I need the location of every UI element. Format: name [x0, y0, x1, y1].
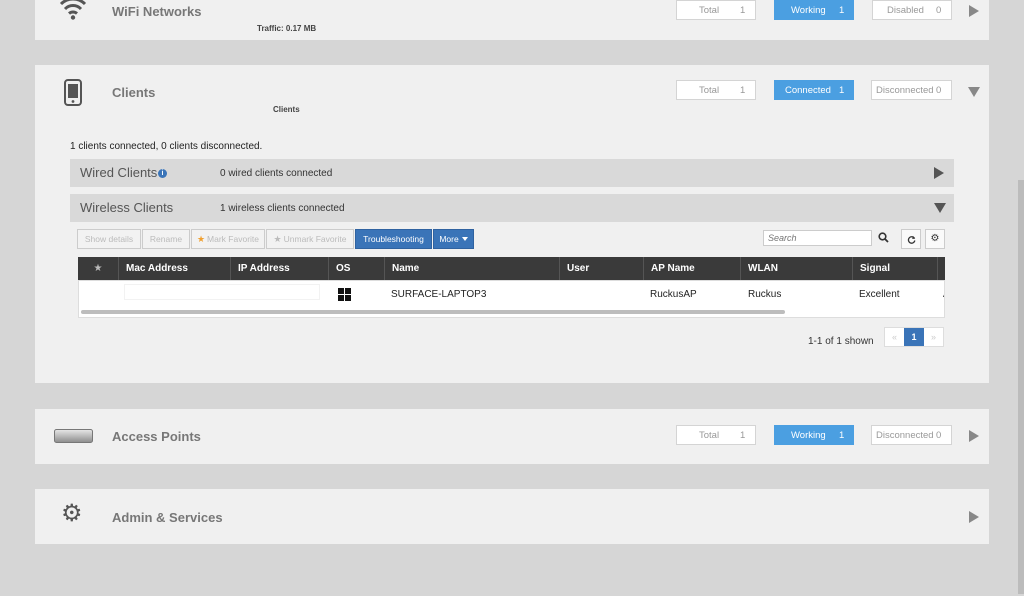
table-row[interactable]: SURFACE-LAPTOP3 RuckusAP Ruckus Excellen…: [79, 281, 944, 307]
wireless-collapse-caret-icon[interactable]: [934, 203, 946, 213]
counter-label: Total: [699, 84, 720, 96]
access-point-icon: [54, 429, 93, 443]
wifi-disabled-counter[interactable]: Disabled 0: [872, 0, 952, 20]
wifi-expand-caret-icon[interactable]: [969, 5, 979, 17]
counter-label: Disconnected: [876, 429, 934, 441]
name-cell: SURFACE-LAPTOP3: [391, 289, 487, 300]
phone-icon: [64, 79, 82, 106]
star-icon: ★: [273, 233, 282, 244]
col-signal[interactable]: Signal: [852, 257, 937, 280]
wifi-icon: [59, 0, 87, 20]
gear-icon: ⚙: [61, 500, 83, 527]
counter-label: Working: [791, 429, 826, 441]
counter-value: 0: [936, 4, 942, 16]
wireless-clients-title: Wireless Clients: [80, 200, 174, 215]
unmark-favorite-label: Unmark Favorite: [283, 234, 347, 244]
mark-favorite-label: Mark Favorite: [207, 234, 260, 244]
more-dropdown-button[interactable]: More: [433, 229, 474, 249]
clients-connected-counter[interactable]: Connected 1: [774, 80, 854, 100]
info-icon[interactable]: i: [158, 169, 167, 178]
clients-summary: 1 clients connected, 0 clients disconnec…: [70, 141, 263, 152]
signal-cell: Excellent: [859, 289, 900, 300]
counter-value: 0: [936, 429, 942, 441]
page-scrollbar[interactable]: [1018, 180, 1024, 594]
counter-value: 1: [839, 84, 845, 96]
counter-value: 0: [936, 84, 942, 96]
counter-value: 1: [740, 429, 746, 441]
mac-address-cell: [124, 284, 320, 300]
wifi-traffic-label: Traffic: 0.17 MB: [257, 24, 317, 33]
col-name[interactable]: Name: [384, 257, 559, 280]
counter-label: Total: [699, 4, 720, 16]
mark-favorite-button[interactable]: ★ Mark Favorite: [191, 229, 265, 249]
clients-title[interactable]: Clients: [112, 85, 155, 100]
more-label: More: [439, 234, 459, 244]
next-page-button[interactable]: »: [924, 328, 943, 346]
ap-disconnected-counter[interactable]: Disconnected 0: [871, 425, 952, 445]
page-1-button[interactable]: 1: [904, 328, 924, 346]
counter-label: Disabled: [887, 4, 924, 16]
counter-value: 1: [740, 84, 746, 96]
wired-expand-caret-icon[interactable]: [934, 167, 944, 179]
clients-table-header: ★ Mac Address IP Address OS Name User AP…: [78, 257, 945, 280]
extra-cell: A: [943, 289, 944, 300]
col-ip-address[interactable]: IP Address: [230, 257, 328, 280]
clients-total-counter[interactable]: Total 1: [676, 80, 756, 100]
show-details-button[interactable]: Show details: [77, 229, 141, 249]
col-os[interactable]: OS: [328, 257, 384, 280]
counter-label: Working: [791, 4, 826, 16]
ap-total-counter[interactable]: Total 1: [676, 425, 756, 445]
counter-value: 1: [839, 429, 845, 441]
col-extra[interactable]: S: [937, 257, 945, 280]
wireless-clients-status: 1 wireless clients connected: [220, 203, 345, 214]
col-ap-name[interactable]: AP Name: [643, 257, 740, 280]
clients-disconnected-counter[interactable]: Disconnected 0: [871, 80, 952, 100]
col-favorite[interactable]: ★: [78, 257, 118, 280]
gear-icon: ⚙: [930, 233, 940, 244]
col-wlan[interactable]: WLAN: [740, 257, 852, 280]
pagination-summary: 1-1 of 1 shown: [808, 336, 874, 347]
counter-label: Disconnected: [876, 84, 934, 96]
refresh-button[interactable]: [901, 229, 921, 249]
wifi-working-counter[interactable]: Working 1: [774, 0, 854, 20]
clients-collapse-caret-icon[interactable]: [968, 87, 980, 97]
wifi-networks-title[interactable]: WiFi Networks: [112, 4, 201, 19]
col-mac-address[interactable]: Mac Address: [118, 257, 230, 280]
ap-name-cell: RuckusAP: [650, 289, 697, 300]
ap-working-counter[interactable]: Working 1: [774, 425, 854, 445]
wlan-cell: Ruckus: [748, 289, 782, 300]
windows-icon: [338, 288, 351, 301]
clients-subtitle: Clients: [273, 105, 300, 114]
settings-button[interactable]: ⚙: [925, 229, 945, 249]
pagination: « 1 »: [884, 327, 944, 347]
ap-expand-caret-icon[interactable]: [969, 430, 979, 442]
wired-clients-title: Wired Clients: [80, 165, 158, 180]
search-icon[interactable]: [878, 232, 889, 243]
wired-clients-status: 0 wired clients connected: [220, 168, 333, 179]
rename-button[interactable]: Rename: [142, 229, 190, 249]
counter-value: 1: [839, 4, 845, 16]
search-input[interactable]: [763, 230, 872, 246]
refresh-icon: [907, 236, 916, 244]
admin-expand-caret-icon[interactable]: [969, 511, 979, 523]
horizontal-scrollbar[interactable]: [81, 310, 785, 314]
prev-page-button[interactable]: «: [885, 328, 904, 346]
caret-down-icon: [461, 237, 468, 241]
wifi-total-counter[interactable]: Total 1: [676, 0, 756, 20]
wired-clients-bar[interactable]: Wired Clients i 0 wired clients connecte…: [70, 159, 954, 187]
unmark-favorite-button[interactable]: ★ Unmark Favorite: [266, 229, 354, 249]
access-points-title[interactable]: Access Points: [112, 429, 201, 444]
clients-table-body: SURFACE-LAPTOP3 RuckusAP Ruckus Excellen…: [78, 280, 945, 318]
counter-label: Connected: [785, 84, 831, 96]
star-icon: ★: [196, 233, 206, 244]
troubleshooting-button[interactable]: Troubleshooting: [355, 229, 432, 249]
admin-services-title[interactable]: Admin & Services: [112, 510, 223, 525]
counter-value: 1: [740, 4, 746, 16]
wireless-clients-bar[interactable]: Wireless Clients 1 wireless clients conn…: [70, 194, 954, 222]
col-user[interactable]: User: [559, 257, 643, 280]
counter-label: Total: [699, 429, 720, 441]
